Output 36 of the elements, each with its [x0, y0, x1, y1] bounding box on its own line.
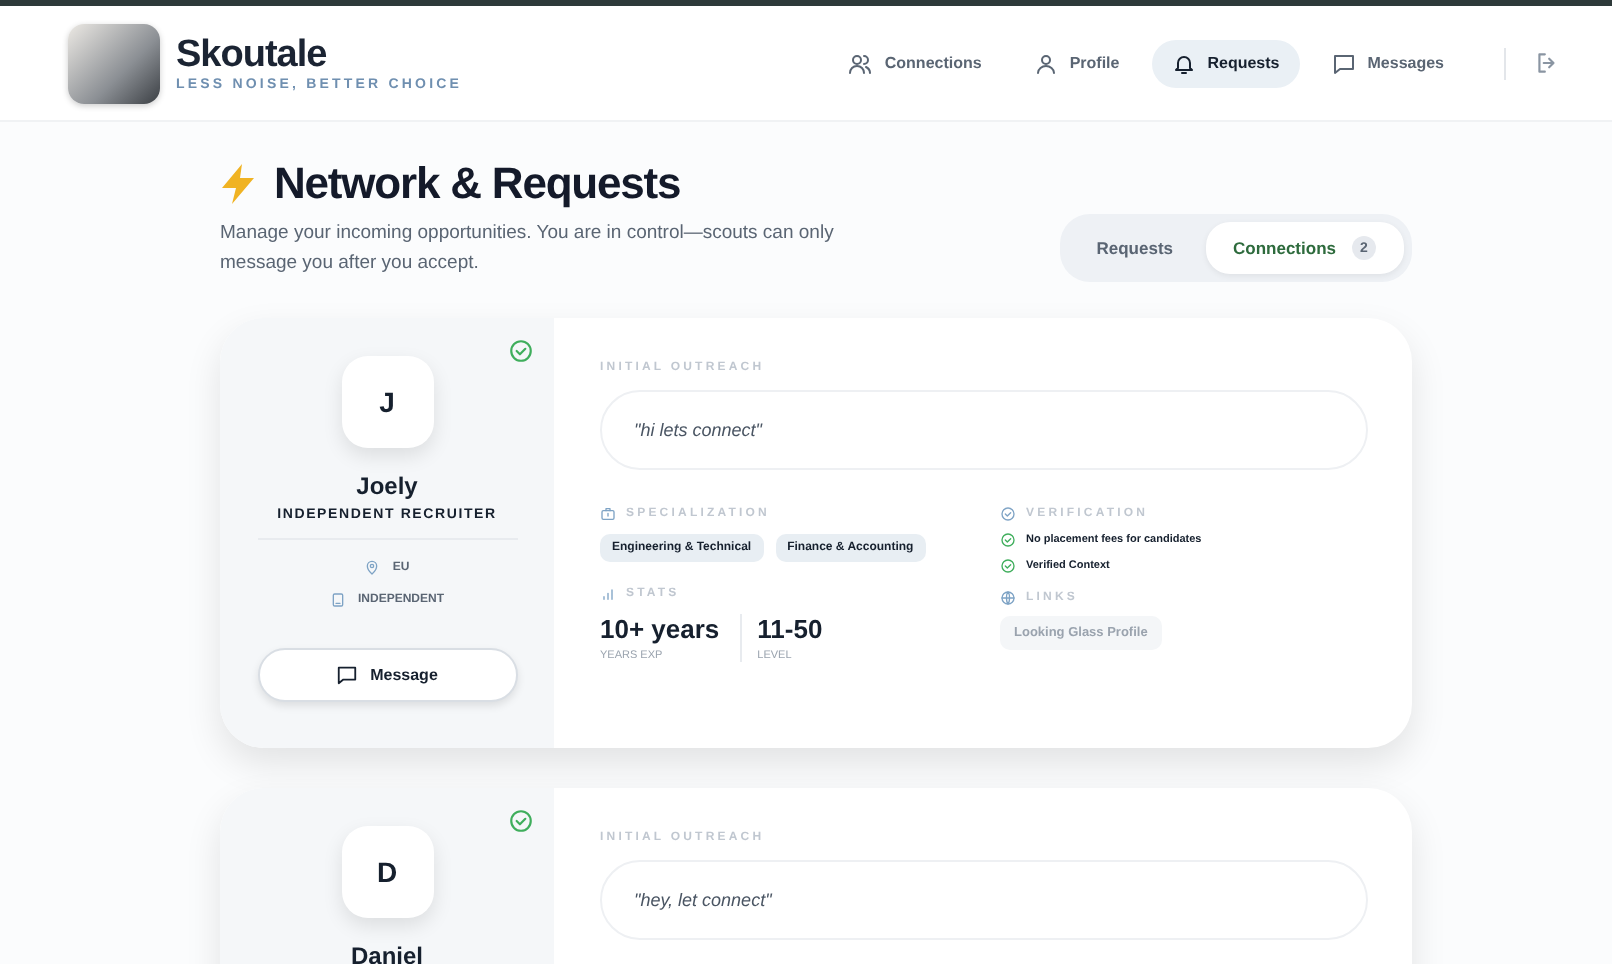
people-icon: [848, 51, 873, 75]
building-icon: [329, 592, 346, 608]
chat-bubble-icon: [1331, 51, 1356, 75]
person-name: Joely: [356, 472, 418, 500]
stat-value: 11-50: [757, 614, 823, 644]
message-button[interactable]: Message: [257, 648, 517, 702]
nav-link[interactable]: Connections: [828, 39, 1002, 87]
person-icon: [1033, 51, 1058, 75]
bell-icon: [1171, 51, 1196, 75]
check-circle-icon: [508, 338, 534, 364]
person-name: Daniel: [350, 942, 423, 964]
avatar-initial: J: [341, 356, 433, 448]
avatar-initial: D: [341, 826, 433, 918]
lightning-icon: [220, 164, 256, 204]
logout-icon: [1534, 50, 1560, 76]
bar-chart-icon: [600, 586, 616, 602]
globe-icon: [1000, 590, 1016, 606]
toggle-tab[interactable]: Requests: [1068, 224, 1202, 272]
location-pin-icon: [364, 560, 381, 576]
page-subtitle: Manage your incoming opportunities. You are in control—scouts can only message you after you accept.: [220, 220, 836, 278]
logout-button[interactable]: [1534, 50, 1560, 76]
page-title: Network & Requests: [274, 158, 681, 210]
stat-value: 10+ years: [600, 614, 720, 644]
chat-bubble-icon: [336, 664, 359, 686]
nav-link[interactable]: Messages: [1311, 39, 1464, 87]
briefcase-icon: [600, 506, 616, 522]
check-circle-icon: [1000, 532, 1016, 548]
nav-link[interactable]: Requests: [1151, 39, 1300, 87]
logo-picture: [68, 23, 160, 103]
check-circle-icon: [508, 808, 534, 834]
outreach-message: "hi lets connect": [600, 390, 1368, 470]
nav-link[interactable]: Profile: [1013, 39, 1140, 87]
shield-check-icon: [1000, 506, 1016, 522]
brand-name: Skoutale: [176, 34, 329, 78]
check-circle-icon: [1000, 558, 1016, 574]
outreach-message: "hey, let connect": [600, 860, 1368, 940]
